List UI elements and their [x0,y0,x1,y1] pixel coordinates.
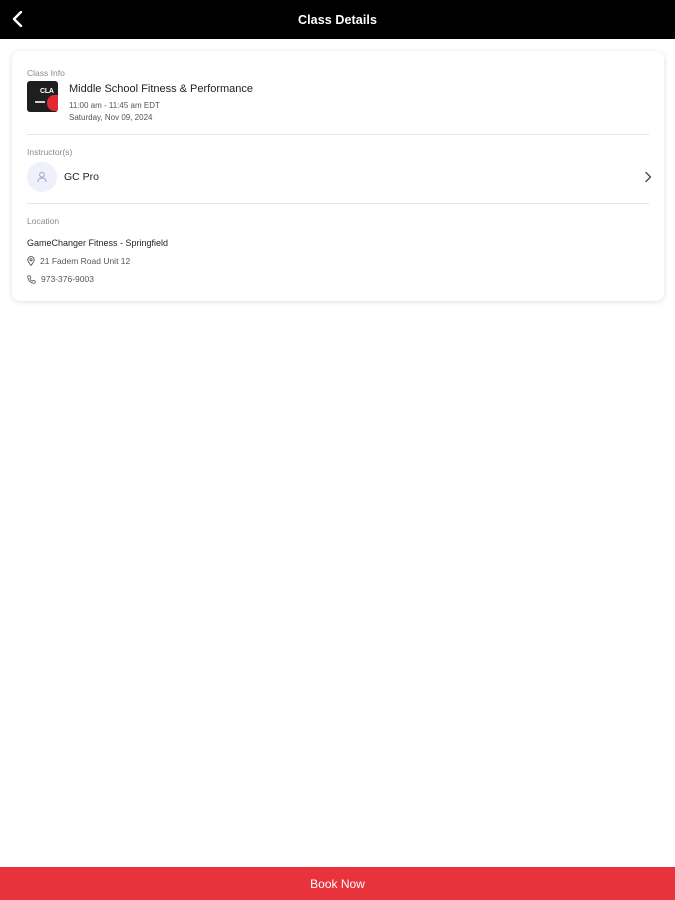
instructor-row[interactable]: GC Pro [27,161,655,193]
location-phone[interactable]: 973-376-9003 [27,274,94,284]
chevron-right-icon [645,171,652,183]
instructor-name: GC Pro [64,171,100,183]
address-text: 21 Fadem Road Unit 12 [40,256,131,266]
location-name: GameChanger Fitness - Springfield [27,238,169,248]
user-icon [37,171,47,183]
book-now-button[interactable]: Book Now [0,867,675,900]
class-thumbnail: CLA [27,81,58,112]
class-date: Saturday, Nov 09, 2024 [69,113,153,122]
back-button[interactable] [6,7,30,31]
phone-icon [27,274,36,284]
location-address[interactable]: 21 Fadem Road Unit 12 [27,256,130,266]
instructors-label: Instructor(s) [27,147,73,157]
location-label: Location [27,216,60,226]
divider [27,134,649,135]
class-title: Middle School Fitness & Performance [69,83,254,95]
class-info-label: Class Info [27,68,65,78]
divider [27,203,649,204]
chevron-left-icon [12,11,23,27]
page-title: Class Details [297,12,378,27]
avatar [27,162,57,192]
top-app-bar: Class Details [0,0,675,39]
class-time: 11:00 am - 11:45 am EDT [69,101,160,110]
class-details-card: Class Info CLA Middle School Fitness & P… [12,51,664,301]
phone-text: 973-376-9003 [41,274,94,284]
map-pin-icon [27,256,35,266]
class-thumbnail-text: CLA [40,88,54,95]
